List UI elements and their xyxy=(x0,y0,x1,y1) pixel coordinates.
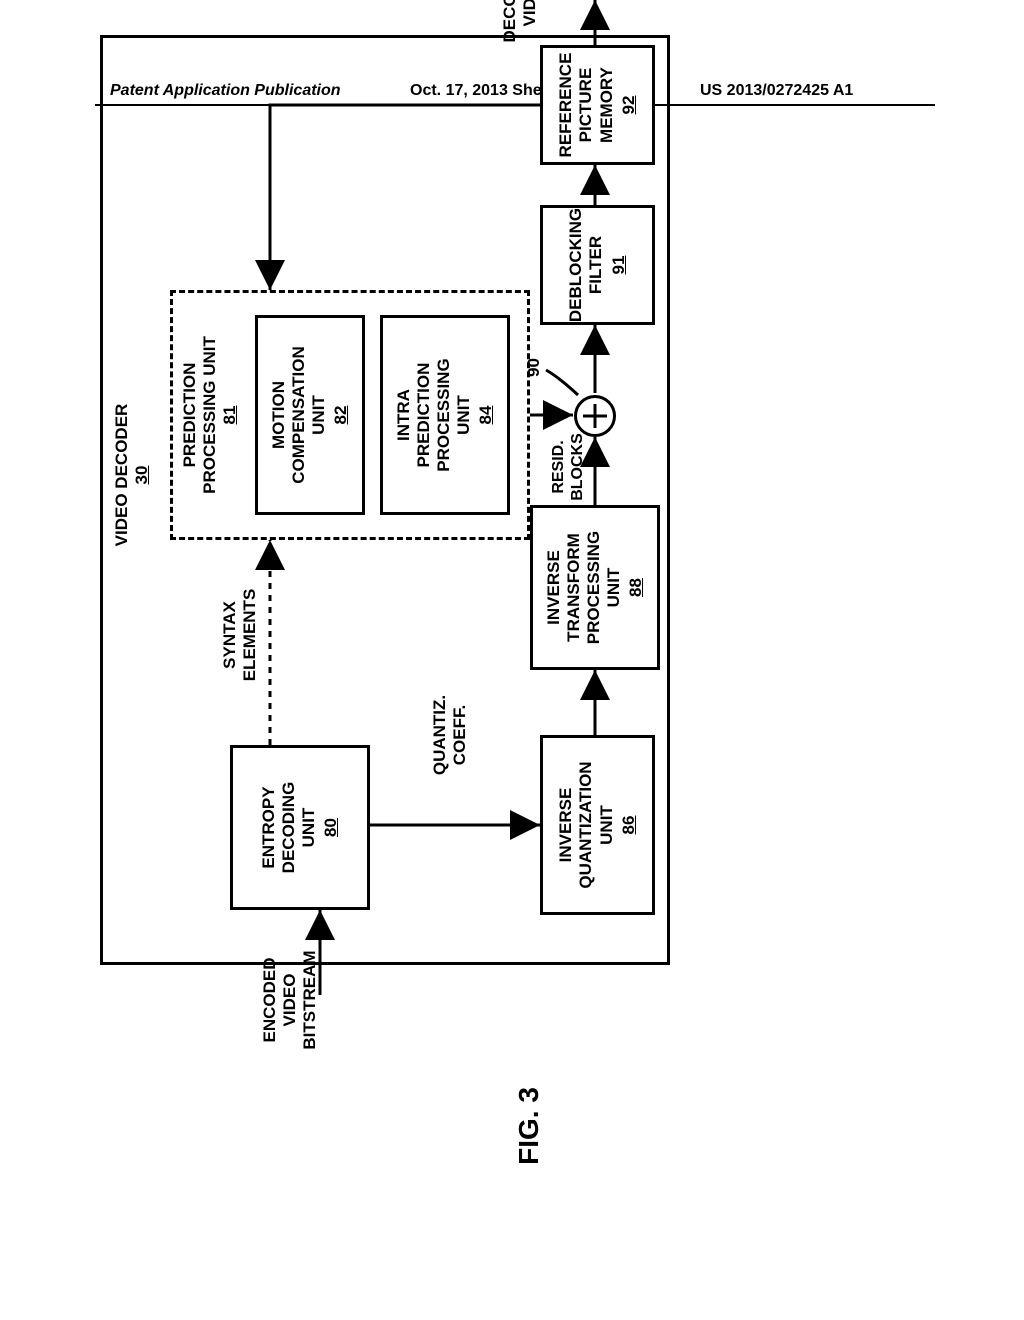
input-label: ENCODED VIDEO BITSTREAM xyxy=(260,940,320,1060)
iq-title: INVERSE QUANTIZATION UNIT xyxy=(556,761,616,888)
mc-title: MOTION COMPENSATION UNIT xyxy=(269,346,329,484)
motion-compensation-unit: MOTION COMPENSATION UNIT 82 xyxy=(255,315,365,515)
refmem-title: REFERENCE PICTURE MEMORY xyxy=(556,53,616,158)
inverse-quantization-unit: INVERSE QUANTIZATION UNIT 86 xyxy=(540,735,655,915)
iq-num: 86 xyxy=(619,816,639,835)
inverse-transform-unit: INVERSE TRANSFORM PROCESSING UNIT 88 xyxy=(530,505,660,670)
quantiz-coeff-label: QUANTIZ. COEFF. xyxy=(430,675,470,795)
prediction-title-text: PREDICTION PROCESSING UNIT xyxy=(180,300,220,530)
prediction-unit-title: PREDICTION PROCESSING UNIT 81 xyxy=(180,300,240,530)
video-decoder-title: VIDEO DECODER 30 xyxy=(112,375,152,575)
refmem-num: 92 xyxy=(619,96,639,115)
diagram-stage: VIDEO DECODER 30 ENCODED VIDEO BITSTREAM… xyxy=(30,285,980,1005)
it-title: INVERSE TRANSFORM PROCESSING UNIT xyxy=(544,531,624,644)
resid-blocks-label: RESID. BLOCKS xyxy=(550,427,588,507)
reference-picture-memory: REFERENCE PICTURE MEMORY 92 xyxy=(540,45,655,165)
dbf-num: 91 xyxy=(609,256,629,275)
deblocking-filter: DEBLOCKING FILTER 91 xyxy=(540,205,655,325)
intra-num: 84 xyxy=(476,406,496,425)
intra-prediction-unit: INTRA PREDICTION PROCESSING UNIT 84 xyxy=(380,315,510,515)
dbf-title: DEBLOCKING FILTER xyxy=(566,208,606,322)
it-num: 88 xyxy=(626,578,646,597)
mc-num: 82 xyxy=(331,406,351,425)
video-decoder-num: 30 xyxy=(132,375,152,575)
video-decoder-title-text: VIDEO DECODER xyxy=(112,375,132,575)
intra-title: INTRA PREDICTION PROCESSING UNIT xyxy=(394,358,474,471)
figure-label: FIG. 3 xyxy=(513,1087,545,1165)
syntax-elements-label: SYNTAX ELEMENTS xyxy=(220,565,260,705)
entropy-num: 80 xyxy=(321,818,341,837)
entropy-title: ENTROPY DECODING UNIT xyxy=(259,782,319,874)
prediction-num: 81 xyxy=(220,300,240,530)
page: Patent Application Publication Oct. 17, … xyxy=(0,0,1024,1320)
output-label: DECODED VIDEO xyxy=(500,0,540,60)
entropy-decoding-unit: ENTROPY DECODING UNIT 80 xyxy=(230,745,370,910)
sum-node-label: 90 xyxy=(524,358,544,377)
